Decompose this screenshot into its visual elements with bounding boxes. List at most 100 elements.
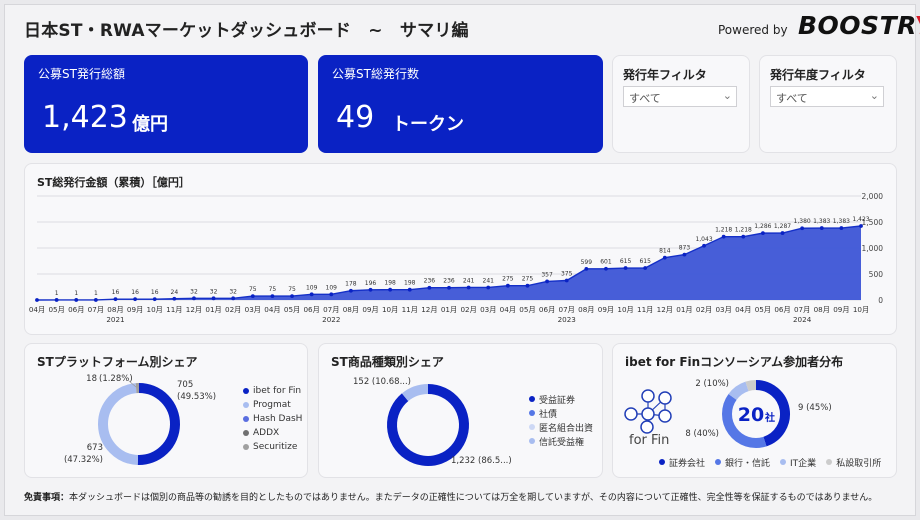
legend-item[interactable]: Securitize	[243, 440, 302, 454]
x-tick-label: 03月	[245, 305, 261, 314]
x-tick-label: 09月	[127, 305, 143, 314]
data-point[interactable]	[662, 255, 667, 260]
x-tick-label: 10月	[853, 305, 869, 314]
disclaimer: 免責事項：本ダッシュボードは個別の商品等の勧誘を目的としたものではありません。ま…	[24, 490, 877, 503]
data-point[interactable]	[604, 266, 608, 271]
data-point[interactable]	[643, 266, 648, 270]
data-point[interactable]	[545, 279, 549, 284]
legend-item[interactable]: ADDX	[243, 426, 302, 440]
legend-item[interactable]: 社債	[529, 406, 593, 420]
data-point[interactable]	[525, 283, 530, 288]
data-label: 75	[249, 286, 257, 293]
kpi-card-count: 公募ST総発行数 49 トークン	[318, 55, 603, 153]
legend-label: 私設取引所	[836, 458, 882, 469]
data-point[interactable]	[329, 292, 334, 297]
data-point[interactable]	[270, 294, 275, 298]
legend-swatch	[659, 459, 665, 465]
x-tick-label: 07月	[794, 305, 810, 314]
data-point[interactable]	[505, 283, 510, 288]
data-point[interactable]	[35, 298, 39, 302]
x-tick-label: 09月	[598, 305, 614, 314]
data-point[interactable]	[682, 252, 687, 257]
data-point[interactable]	[74, 298, 79, 302]
data-label: 75	[288, 286, 296, 293]
donut-slice[interactable]	[728, 381, 749, 401]
data-label: 16	[131, 289, 139, 296]
data-point[interactable]	[192, 296, 196, 301]
data-point[interactable]	[211, 296, 216, 301]
legend-item[interactable]: 銀行・信託	[715, 455, 770, 469]
donut-slice[interactable]	[137, 383, 180, 465]
data-point[interactable]	[741, 234, 746, 239]
legend-item[interactable]: Hash DasH	[243, 412, 302, 426]
data-point[interactable]	[113, 297, 118, 302]
legend-item[interactable]: 匿名組合出資	[529, 420, 593, 434]
data-point[interactable]	[368, 287, 373, 292]
data-label: 178	[345, 281, 357, 288]
legend-item[interactable]: ibet for Fin	[243, 384, 302, 398]
data-point[interactable]	[564, 278, 569, 283]
data-label: 1,286	[754, 223, 771, 230]
data-point[interactable]	[388, 287, 393, 292]
data-label: 109	[306, 284, 318, 291]
x-tick-label: 02月	[696, 305, 712, 314]
x-tick-label: 02月	[460, 305, 476, 314]
data-point[interactable]	[800, 226, 805, 231]
legend-item[interactable]: IT企業	[780, 455, 816, 469]
legend-item[interactable]: 受益証券	[529, 392, 593, 406]
donut-slice[interactable]	[745, 380, 757, 392]
data-label: 615	[639, 258, 651, 265]
data-point[interactable]	[839, 226, 844, 230]
data-point[interactable]	[819, 226, 824, 230]
data-label: 16	[151, 289, 159, 296]
data-point[interactable]	[702, 243, 706, 248]
data-point[interactable]	[447, 285, 451, 290]
data-point[interactable]	[486, 285, 491, 290]
data-point[interactable]	[290, 294, 294, 298]
data-label: 75	[269, 286, 277, 293]
data-point[interactable]	[859, 224, 863, 228]
y-tick-label: 1,000	[862, 244, 884, 253]
data-point[interactable]	[133, 297, 137, 302]
filter-card-year: 発行年フィルタ すべて ⌄	[612, 55, 750, 153]
donut-slice[interactable]	[387, 384, 469, 466]
donut-slice[interactable]	[98, 383, 139, 465]
data-point[interactable]	[721, 234, 726, 239]
legend-swatch	[529, 424, 535, 430]
data-point[interactable]	[349, 288, 353, 293]
data-point[interactable]	[623, 266, 628, 270]
legend-item[interactable]: 私設取引所	[826, 455, 881, 469]
data-point[interactable]	[309, 292, 314, 297]
x-tick-label: 09月	[362, 305, 378, 314]
donut-slice[interactable]	[401, 384, 429, 402]
product-legend: 受益証券 社債 匿名組合出資 信託受益権	[529, 392, 593, 448]
legend-item[interactable]: 証券会社	[659, 455, 705, 469]
x-tick-label: 07月	[323, 305, 339, 314]
data-label: 32	[229, 288, 237, 295]
data-point[interactable]	[407, 287, 412, 292]
x-tick-label: 12月	[657, 305, 673, 314]
x-tick-label: 10月	[382, 305, 398, 314]
data-label: 275	[502, 276, 514, 283]
data-point[interactable]	[761, 231, 765, 236]
data-point[interactable]	[780, 231, 785, 235]
data-point[interactable]	[584, 266, 589, 271]
data-point[interactable]	[93, 298, 98, 302]
data-point[interactable]	[250, 294, 255, 298]
x-tick-label: 06月	[303, 305, 319, 314]
slice-value-label: 705	[177, 380, 193, 390]
data-point[interactable]	[172, 296, 177, 301]
data-point[interactable]	[152, 297, 157, 302]
legend-swatch	[529, 438, 535, 444]
data-point[interactable]	[54, 298, 59, 302]
year-filter-select[interactable]: すべて ⌄	[623, 86, 737, 107]
fiscal-year-filter-select[interactable]: すべて ⌄	[770, 86, 884, 107]
legend-item[interactable]: 信託受益権	[529, 434, 593, 448]
data-point[interactable]	[231, 296, 236, 301]
data-point[interactable]	[427, 285, 432, 290]
slice-value-label: 152 (10.68...)	[353, 377, 411, 387]
x-tick-label: 12月	[421, 305, 437, 314]
data-point[interactable]	[466, 285, 471, 290]
legend-item[interactable]: Progmat	[243, 398, 302, 412]
disclaimer-text: 本ダッシュボードは個別の商品等の勧誘を目的としたものではありません。またデータの…	[69, 493, 878, 503]
